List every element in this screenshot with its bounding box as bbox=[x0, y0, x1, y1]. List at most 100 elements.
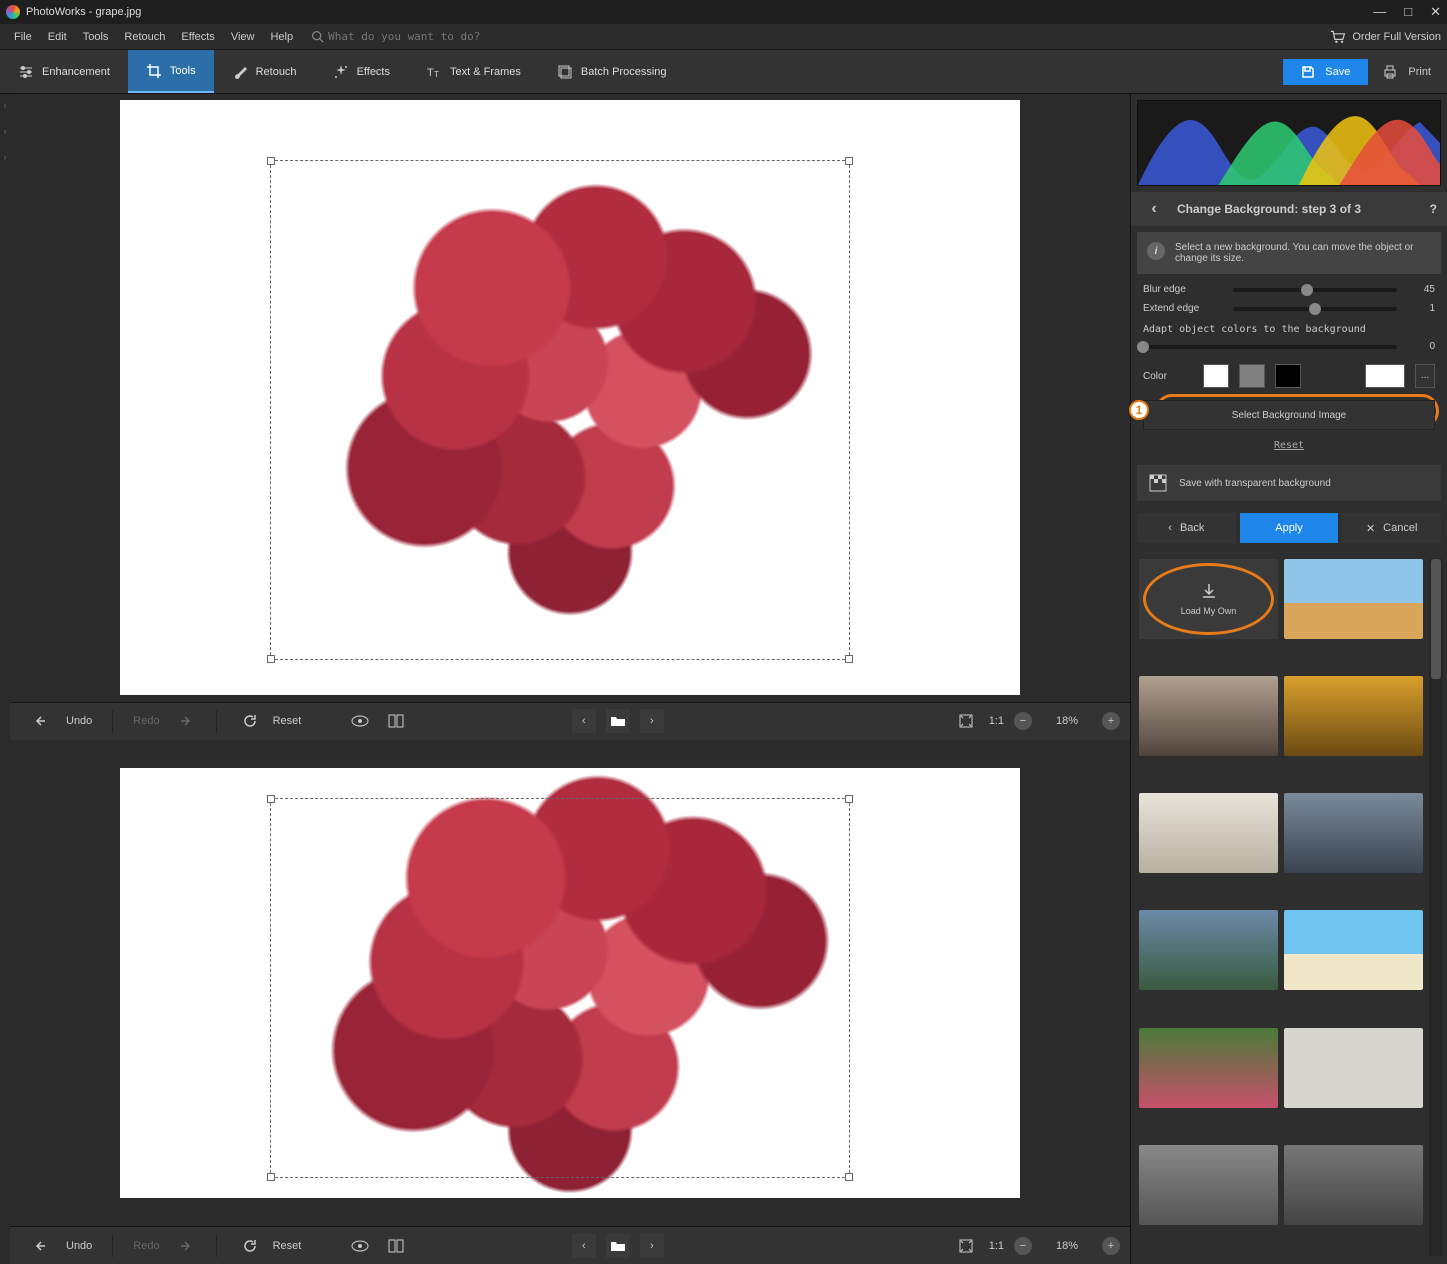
selection-handle-ne[interactable] bbox=[845, 795, 853, 803]
selection-box-preview[interactable] bbox=[270, 798, 850, 1178]
panel-title: Change Background: step 3 of 3 bbox=[1177, 202, 1420, 216]
reset-bg-link[interactable]: Reset bbox=[1131, 434, 1447, 457]
undo-button[interactable] bbox=[30, 708, 56, 734]
selection-handle-nw[interactable] bbox=[267, 157, 275, 165]
menu-effects[interactable]: Effects bbox=[173, 31, 222, 43]
compare-button[interactable] bbox=[383, 708, 409, 734]
bg-thumb-gradient-b[interactable] bbox=[1284, 1145, 1423, 1225]
zoom-out-button[interactable]: − bbox=[1014, 1237, 1032, 1255]
bg-thumb-living-room[interactable] bbox=[1139, 793, 1278, 873]
zoom-out-button[interactable]: − bbox=[1014, 712, 1032, 730]
fit-screen-button[interactable] bbox=[953, 1233, 979, 1259]
image-canvas[interactable] bbox=[120, 100, 1020, 695]
blur-edge-row: Blur edge 45 bbox=[1131, 280, 1447, 299]
back-button[interactable]: ‹ Back bbox=[1137, 513, 1236, 543]
crop-icon bbox=[146, 63, 162, 79]
gutter-chevron-icon[interactable]: › bbox=[4, 126, 7, 136]
bg-thumb-tropical-beach[interactable] bbox=[1284, 910, 1423, 990]
color-swatch-gray[interactable] bbox=[1239, 364, 1265, 388]
menu-help[interactable]: Help bbox=[262, 31, 301, 43]
toolbar: Enhancement Tools Retouch Effects TT Tex… bbox=[0, 50, 1447, 94]
reset-button[interactable] bbox=[237, 1233, 263, 1259]
save-transparent-button[interactable]: Save with transparent background bbox=[1137, 465, 1441, 501]
extend-edge-slider[interactable] bbox=[1233, 307, 1397, 311]
bg-thumb-flower-path[interactable] bbox=[1139, 1028, 1278, 1108]
next-image-button[interactable]: › bbox=[640, 1234, 664, 1258]
print-button[interactable]: Print bbox=[1382, 64, 1431, 80]
panel-back-button[interactable]: ‹ bbox=[1141, 196, 1167, 222]
zoom-1to1-button[interactable]: 1:1 bbox=[989, 1240, 1004, 1252]
prev-image-button[interactable]: ‹ bbox=[572, 709, 596, 733]
apply-button[interactable]: Apply bbox=[1240, 513, 1339, 543]
canvas-top[interactable] bbox=[10, 94, 1130, 702]
tab-enhancement[interactable]: Enhancement bbox=[0, 50, 128, 93]
gutter-chevron-icon[interactable]: › bbox=[4, 100, 7, 110]
color-more-button[interactable]: ... bbox=[1415, 364, 1435, 388]
color-swatch-white[interactable] bbox=[1203, 364, 1229, 388]
window-close-button[interactable]: ✕ bbox=[1430, 4, 1441, 20]
redo-button[interactable] bbox=[170, 708, 196, 734]
help-icon[interactable]: ? bbox=[1430, 202, 1437, 216]
tab-tools[interactable]: Tools bbox=[128, 50, 214, 93]
zoom-1to1-button[interactable]: 1:1 bbox=[989, 715, 1004, 727]
preview-toggle-button[interactable] bbox=[347, 1233, 373, 1259]
bg-thumb-nyc-street[interactable] bbox=[1284, 793, 1423, 873]
open-folder-button[interactable] bbox=[606, 1234, 630, 1258]
tab-batch-processing[interactable]: Batch Processing bbox=[539, 50, 685, 93]
menu-edit[interactable]: Edit bbox=[40, 31, 75, 43]
window-minimize-button[interactable]: — bbox=[1373, 4, 1386, 20]
svg-text:T: T bbox=[427, 67, 434, 79]
menu-retouch[interactable]: Retouch bbox=[116, 31, 173, 43]
select-background-image-button[interactable]: Select Background Image bbox=[1143, 400, 1435, 430]
window-maximize-button[interactable]: □ bbox=[1404, 4, 1412, 20]
order-full-version-link[interactable]: Order Full Version bbox=[1330, 30, 1441, 44]
close-icon: ✕ bbox=[1366, 522, 1375, 535]
fit-screen-button[interactable] bbox=[953, 708, 979, 734]
zoom-percent: 18% bbox=[1042, 1240, 1092, 1252]
save-button[interactable]: Save bbox=[1283, 59, 1368, 85]
selection-handle-nw[interactable] bbox=[267, 795, 275, 803]
adapt-slider[interactable] bbox=[1143, 345, 1397, 349]
selection-handle-ne[interactable] bbox=[845, 157, 853, 165]
cancel-button[interactable]: ✕ Cancel bbox=[1342, 513, 1441, 543]
tab-retouch[interactable]: Retouch bbox=[214, 50, 315, 93]
bg-thumb-autumn-forest[interactable] bbox=[1284, 676, 1423, 756]
selection-box[interactable] bbox=[270, 160, 850, 660]
redo-button[interactable] bbox=[170, 1233, 196, 1259]
bg-thumb-euro-canal[interactable] bbox=[1139, 910, 1278, 990]
selection-handle-sw[interactable] bbox=[267, 655, 275, 663]
blur-edge-slider[interactable] bbox=[1233, 288, 1397, 292]
gallery-scrollbar[interactable] bbox=[1429, 559, 1443, 1256]
compare-button[interactable] bbox=[383, 1233, 409, 1259]
zoom-in-button[interactable]: + bbox=[1102, 1237, 1120, 1255]
undo-button[interactable] bbox=[30, 1233, 56, 1259]
reset-button[interactable] bbox=[237, 708, 263, 734]
preview-toggle-button[interactable] bbox=[347, 708, 373, 734]
zoom-in-button[interactable]: + bbox=[1102, 712, 1120, 730]
menu-view[interactable]: View bbox=[223, 31, 263, 43]
selection-handle-se[interactable] bbox=[845, 1173, 853, 1181]
color-current[interactable] bbox=[1365, 364, 1405, 388]
canvas-bottom[interactable] bbox=[10, 740, 1130, 1226]
image-canvas-preview[interactable] bbox=[120, 768, 1020, 1198]
bg-thumb-desert[interactable] bbox=[1284, 559, 1423, 639]
color-swatch-black[interactable] bbox=[1275, 364, 1301, 388]
menubar: File Edit Tools Retouch Effects View Hel… bbox=[0, 24, 1447, 50]
gutter-chevron-icon[interactable]: › bbox=[4, 152, 7, 162]
menubar-search-input[interactable] bbox=[328, 30, 548, 43]
menu-file[interactable]: File bbox=[6, 31, 40, 43]
cart-icon bbox=[1330, 30, 1346, 44]
bg-thumb-city-road[interactable] bbox=[1139, 676, 1278, 756]
scrollbar-thumb[interactable] bbox=[1431, 559, 1441, 679]
prev-image-button[interactable]: ‹ bbox=[572, 1234, 596, 1258]
open-folder-button[interactable] bbox=[606, 709, 630, 733]
selection-handle-se[interactable] bbox=[845, 655, 853, 663]
selection-handle-sw[interactable] bbox=[267, 1173, 275, 1181]
next-image-button[interactable]: › bbox=[640, 709, 664, 733]
tab-text-frames[interactable]: TT Text & Frames bbox=[408, 50, 539, 93]
menu-tools[interactable]: Tools bbox=[75, 31, 117, 43]
bg-thumb-paper-texture[interactable] bbox=[1284, 1028, 1423, 1108]
load-my-own-button[interactable]: Load My Own bbox=[1139, 559, 1278, 639]
tab-effects[interactable]: Effects bbox=[315, 50, 408, 93]
bg-thumb-gradient-a[interactable] bbox=[1139, 1145, 1278, 1225]
